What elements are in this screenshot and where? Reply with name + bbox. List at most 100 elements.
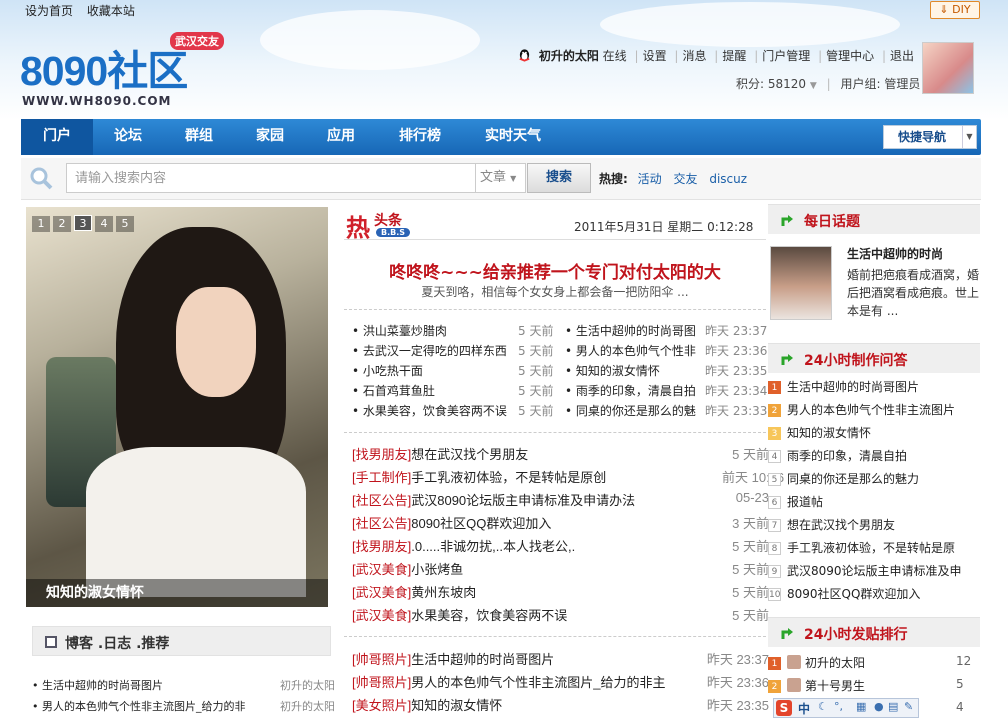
username-link[interactable]: 初升的太阳 [539,49,599,63]
settings-link[interactable]: 设置 [643,49,667,63]
qa-item[interactable]: 2 男人的本色帅气个性非主流图片 [768,401,980,418]
diy-button[interactable]: ⇓ DIY [930,1,980,19]
list-item[interactable]: • 石首鸡茸鱼肚 5 天前 [352,382,557,399]
news-row[interactable]: [美女照片]知知的淑女情怀 昨天 23:35 [352,695,770,714]
bookmark-link[interactable]: 收藏本站 [87,4,135,18]
list-item[interactable]: • 生活中超帅的时尚哥图 昨天 23:37 [565,322,767,339]
hot-search-link[interactable]: discuz [709,172,747,186]
qa-item[interactable]: 10 8090社区QQ群欢迎加入 [768,585,980,602]
qa-item[interactable]: 4 雨季的印象，清晨自拍 [768,447,980,464]
qa-item[interactable]: 1 生活中超帅的时尚哥图片 [768,378,980,395]
news-title-link[interactable]: 知知的淑女情怀 [411,698,502,713]
qa-item[interactable]: 7 想在武汉找个男朋友 [768,516,980,533]
news-title-link[interactable]: 手工乳液初体验，不是转帖是原创 [411,470,606,485]
news-category-link[interactable]: [美女照片] [352,698,411,713]
sogou-logo-icon[interactable]: S [776,700,792,716]
list-item[interactable]: • 雨季的印象，清晨自拍 昨天 23:34 [565,382,767,399]
list-item-title[interactable]: 生活中超帅的时尚哥图 [576,324,696,338]
news-row[interactable]: [找男朋友]想在武汉找个男朋友 5 天前 [352,444,770,463]
qa-item-title[interactable]: 同桌的你还是那么的魅力 [787,472,919,486]
grid-icon[interactable]: ▤ [888,700,898,713]
rank-item[interactable]: 1 初升的太阳 12 [768,654,980,671]
messages-link[interactable]: 消息 [682,49,706,63]
punctuation-icon[interactable]: °, [834,700,843,713]
rank-item[interactable]: 2 第十号男生 5 [768,677,980,694]
ime-mode[interactable]: 中 [798,700,810,717]
news-category-link[interactable]: [手工制作] [352,470,411,485]
slide-caption[interactable]: 知知的淑女情怀 [26,579,328,607]
news-row[interactable]: [手工制作]手工乳液初体验，不是转帖是原创 前天 10:16 [352,467,784,486]
daily-topic-image[interactable] [770,246,832,320]
list-item-title[interactable]: 小吃热干面 [363,364,423,378]
search-type-select[interactable]: 文章 ▼ [476,163,526,193]
image-slider[interactable]: 12345 知知的淑女情怀 [26,207,328,607]
news-title-link[interactable]: 武汉8090论坛版主申请标准及申请办法 [411,493,635,508]
news-title-link[interactable]: 生活中超帅的时尚哥图片 [411,652,554,667]
daily-topic-name[interactable]: 生活中超帅的时尚 [847,245,943,262]
news-title-link[interactable]: 8090社区QQ群欢迎加入 [411,516,551,531]
news-row[interactable]: [武汉美食]小张烤鱼 5 天前 [352,559,770,578]
news-title-link[interactable]: 想在武汉找个男朋友 [411,447,528,462]
keyboard-icon[interactable]: ▦ [856,700,866,713]
slider-page-active[interactable]: 3 [74,215,92,231]
qa-item-title[interactable]: 武汉8090论坛版主申请标准及申 [787,564,962,578]
news-category-link[interactable]: [武汉美食] [352,562,411,577]
qa-item[interactable]: 3 知知的淑女情怀 [768,424,980,441]
search-button[interactable]: 搜索 [527,163,591,193]
nav-ranking[interactable]: 排行榜 [377,119,463,155]
list-item[interactable]: • 去武汉一定得吃的四样东西 5 天前 [352,342,557,359]
qa-item-title[interactable]: 男人的本色帅气个性非主流图片 [787,403,955,417]
news-title-link[interactable]: 男人的本色帅气个性非主流图片_给力的非主 [411,675,665,690]
news-row[interactable]: [社区公告]8090社区QQ群欢迎加入 3 天前 [352,513,770,532]
admin-center-link[interactable]: 管理中心 [826,49,874,63]
quick-nav-button[interactable]: 快捷导航 ▼ [883,125,977,149]
news-title-link[interactable]: 水果美容，饮食美容两不误 [411,608,567,623]
headline-title[interactable]: 咚咚咚~~~给亲推荐一个专门对付太阳的大 [344,258,766,283]
user-group[interactable]: 用户组: 管理员 [841,77,921,91]
nav-weather[interactable]: 实时天气 [463,119,563,155]
user-icon[interactable]: ● [874,700,884,713]
news-category-link[interactable]: [帅哥照片] [352,652,411,667]
logout-link[interactable]: 退出 [890,49,914,63]
slider-page[interactable]: 1 [32,216,50,232]
online-status[interactable]: 在线 [603,49,627,63]
chevron-down-icon[interactable]: ▼ [810,81,817,91]
news-category-link[interactable]: [帅哥照片] [352,675,411,690]
search-input[interactable]: 请输入搜索内容 [66,163,476,193]
rank-user[interactable]: 初升的太阳 [805,656,865,670]
list-item-title[interactable]: 雨季的印象，清晨自拍 [576,384,696,398]
moon-icon[interactable]: ☾ [818,700,828,713]
blog-item-title[interactable]: 男人的本色帅气个性非主流图片_给力的非 [42,700,246,713]
list-item[interactable]: • 男人的本色帅气个性非主流图片_给力的非 初升的太阳 [32,698,342,714]
notifications-link[interactable]: 提醒 [722,49,746,63]
nav-groups[interactable]: 群组 [163,119,235,155]
news-row[interactable]: [帅哥照片]生活中超帅的时尚哥图片 昨天 23:37 [352,649,770,668]
list-item[interactable]: • 水果美容，饮食美容两不误 5 天前 [352,402,557,419]
qa-item[interactable]: 5 同桌的你还是那么的魅力 [768,470,980,487]
news-title-link[interactable]: .0.....非诚勿扰,..本人找老公,. [411,539,575,554]
hot-search-link[interactable]: 交友 [673,172,697,186]
slider-page[interactable]: 5 [116,216,134,232]
qa-item[interactable]: 9 武汉8090论坛版主申请标准及申 [768,562,980,579]
list-item-title[interactable]: 去武汉一定得吃的四样东西 [363,344,507,358]
blog-item-title[interactable]: 生活中超帅的时尚哥图片 [42,679,163,692]
news-category-link[interactable]: [武汉美食] [352,608,411,623]
slider-page[interactable]: 4 [95,216,113,232]
site-logo[interactable]: 8090社区 [20,50,188,92]
set-homepage-link[interactable]: 设为首页 [25,4,73,18]
news-title-link[interactable]: 黄州东坡肉 [411,585,476,600]
news-category-link[interactable]: [社区公告] [352,516,411,531]
credit-link[interactable]: 积分: 58120 [736,77,806,91]
news-row[interactable]: [社区公告]武汉8090论坛版主申请标准及申请办法 05-23 [352,490,770,509]
nav-forum[interactable]: 论坛 [93,119,163,155]
nav-apps[interactable]: 应用 [305,119,377,155]
ime-toolbar[interactable]: S 中 ☾ °, ▦ ● ▤ ✎ [773,698,919,718]
qa-item[interactable]: 8 手工乳液初体验，不是转帖是原 [768,539,980,556]
news-category-link[interactable]: [找男朋友] [352,447,411,462]
qa-item-title[interactable]: 生活中超帅的时尚哥图片 [787,380,919,394]
news-category-link[interactable]: [找男朋友] [352,539,411,554]
list-item-title[interactable]: 男人的本色帅气个性非 [576,344,696,358]
nav-portal[interactable]: 门户 [21,119,93,155]
user-avatar[interactable] [922,42,974,94]
list-item[interactable]: • 知知的淑女情怀 昨天 23:35 [565,362,767,379]
